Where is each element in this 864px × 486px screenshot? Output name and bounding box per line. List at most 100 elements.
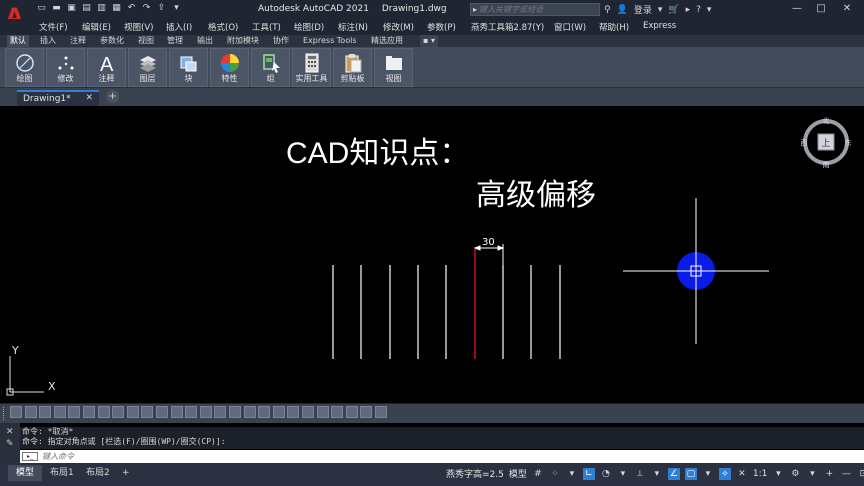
- dimension-tool-icon[interactable]: [24, 406, 37, 418]
- chevron-down-icon[interactable]: ▾: [806, 468, 818, 480]
- dimension-tool-icon[interactable]: [126, 406, 139, 418]
- plot-icon[interactable]: ▦: [111, 3, 122, 14]
- viewcube-east[interactable]: 东: [845, 138, 852, 147]
- menu-file[interactable]: 文件(F): [39, 21, 68, 33]
- open-icon[interactable]: ▬: [51, 3, 62, 14]
- dimension-tool-icon[interactable]: [10, 406, 22, 418]
- workspace-gear-icon[interactable]: ⚙: [789, 468, 801, 480]
- utilities-button[interactable]: 实用工具: [292, 48, 331, 87]
- undo-icon[interactable]: ↶: [126, 3, 137, 14]
- tab-insert[interactable]: 插入: [37, 35, 59, 47]
- group-button[interactable]: 组: [251, 48, 290, 87]
- redo-icon[interactable]: ↷: [141, 3, 152, 14]
- save-icon[interactable]: ▣: [66, 3, 77, 14]
- menu-format[interactable]: 格式(O): [208, 21, 238, 33]
- document-tab[interactable]: Drawing1* ✕: [17, 90, 99, 106]
- draw-button[interactable]: 绘图: [5, 48, 44, 87]
- dimension-tool-icon[interactable]: [375, 406, 387, 418]
- viewcube-top-face[interactable]: 上: [821, 138, 830, 149]
- viewcube-south[interactable]: 南: [823, 160, 830, 168]
- menu-express[interactable]: Express: [643, 21, 676, 31]
- new-icon[interactable]: ▭: [36, 3, 47, 14]
- search-input[interactable]: [479, 5, 590, 14]
- dimension-tool-icon[interactable]: [229, 406, 241, 418]
- dimension-tool-icon[interactable]: [345, 406, 358, 418]
- binoculars-icon[interactable]: ⚲: [604, 5, 611, 15]
- command-line[interactable]: ▸_: [20, 450, 864, 463]
- dimension-tool-icon[interactable]: [287, 406, 300, 418]
- chevron-down-icon[interactable]: ▾: [702, 468, 714, 480]
- tab-manage[interactable]: 管理: [164, 35, 186, 47]
- tab-addins[interactable]: 附加模块: [224, 35, 262, 47]
- tab-featured-apps[interactable]: 精选应用: [368, 35, 406, 47]
- dimension-tool-icon[interactable]: [258, 406, 271, 418]
- toolbar-grip[interactable]: [3, 407, 6, 420]
- object-snap-icon[interactable]: ▢: [684, 467, 697, 480]
- print-icon[interactable]: ▥: [96, 3, 107, 14]
- block-button[interactable]: 块: [169, 48, 208, 87]
- menu-edit[interactable]: 编辑(E): [82, 21, 111, 33]
- dimension-tool-icon[interactable]: [199, 406, 212, 418]
- chevron-down-icon[interactable]: ▾: [707, 5, 712, 15]
- tab-layout2[interactable]: 布局2: [78, 465, 118, 481]
- view-button[interactable]: 视图: [374, 48, 413, 87]
- ortho-icon[interactable]: ∟: [582, 467, 595, 480]
- dimension-tool-icon[interactable]: [360, 406, 373, 418]
- add-layout-button[interactable]: +: [114, 465, 138, 481]
- tab-annotate[interactable]: 注释: [67, 35, 89, 47]
- tab-default[interactable]: 默认: [7, 35, 29, 47]
- auto-scale-icon[interactable]: ✕: [736, 468, 748, 480]
- menu-modify[interactable]: 修改(M): [383, 21, 414, 33]
- dimension-tool-icon[interactable]: [272, 406, 285, 418]
- dimension-tool-icon[interactable]: [141, 406, 154, 418]
- chevron-down-icon[interactable]: ▾: [617, 468, 629, 480]
- tab-layout1[interactable]: 布局1: [42, 465, 82, 481]
- tab-parametric[interactable]: 参数化: [97, 35, 127, 47]
- object-snap-tracking-icon[interactable]: ∠: [667, 467, 680, 480]
- tab-toggle-button[interactable]: ▪ ▾: [420, 35, 438, 47]
- font-height-readout[interactable]: 燕秀字高=2.5: [446, 467, 504, 480]
- dimension-tool-icon[interactable]: [83, 406, 95, 418]
- dimension-tool-icon[interactable]: [68, 406, 81, 418]
- snap-icon[interactable]: ⁘: [549, 468, 561, 480]
- saveas-icon[interactable]: ▤: [81, 3, 92, 14]
- chevron-down-icon[interactable]: ▾: [566, 468, 578, 480]
- annotation-monitor-icon[interactable]: +: [823, 468, 835, 480]
- viewcube-north[interactable]: 北: [823, 117, 830, 125]
- chevron-down-icon[interactable]: ▾: [772, 468, 784, 480]
- menu-parametric[interactable]: 参数(P): [427, 21, 456, 33]
- menu-draw[interactable]: 绘图(D): [294, 21, 324, 33]
- login-link[interactable]: 登录: [634, 3, 652, 16]
- dimension-tool-icon[interactable]: [243, 406, 256, 418]
- command-input[interactable]: [20, 452, 864, 461]
- modify-button[interactable]: 修改: [46, 48, 85, 87]
- annotate-button[interactable]: A 注释: [87, 48, 126, 87]
- chevron-down-icon[interactable]: ▾: [658, 5, 663, 15]
- more-icon[interactable]: ▾: [171, 3, 182, 14]
- dimension-tool-icon[interactable]: [156, 406, 168, 418]
- arrow-icon[interactable]: ▸: [686, 5, 691, 15]
- help-icon[interactable]: ?: [696, 5, 701, 15]
- menu-help[interactable]: 帮助(H): [599, 21, 629, 33]
- menu-yanxiu[interactable]: 燕秀工具箱2.87(Y): [471, 21, 544, 33]
- menu-view[interactable]: 视图(V): [124, 21, 153, 33]
- units-icon[interactable]: —: [840, 468, 852, 480]
- dimension-tool-icon[interactable]: [97, 406, 110, 418]
- tab-view[interactable]: 视图: [135, 35, 157, 47]
- menu-window[interactable]: 窗口(W): [554, 21, 586, 33]
- minimize-button[interactable]: —: [790, 2, 804, 16]
- isodraft-icon[interactable]: ⟂: [634, 468, 646, 480]
- close-icon[interactable]: ✕: [6, 427, 14, 437]
- dimension-tool-icon[interactable]: [302, 406, 314, 418]
- chevron-down-icon[interactable]: ▾: [651, 468, 663, 480]
- close-icon[interactable]: ✕: [85, 93, 93, 103]
- dimension-tool-icon[interactable]: [331, 406, 344, 418]
- settings-icon[interactable]: ✎: [6, 439, 14, 449]
- model-space-toggle[interactable]: 模型: [509, 467, 527, 480]
- annotation-visibility-icon[interactable]: ⟡: [718, 467, 731, 480]
- menu-dimension[interactable]: 标注(N): [338, 21, 368, 33]
- close-button[interactable]: ✕: [840, 2, 854, 16]
- properties-button[interactable]: 特性: [210, 48, 249, 87]
- viewcube[interactable]: 上 北 南 东 西: [800, 116, 852, 168]
- menu-insert[interactable]: 插入(I): [166, 21, 192, 33]
